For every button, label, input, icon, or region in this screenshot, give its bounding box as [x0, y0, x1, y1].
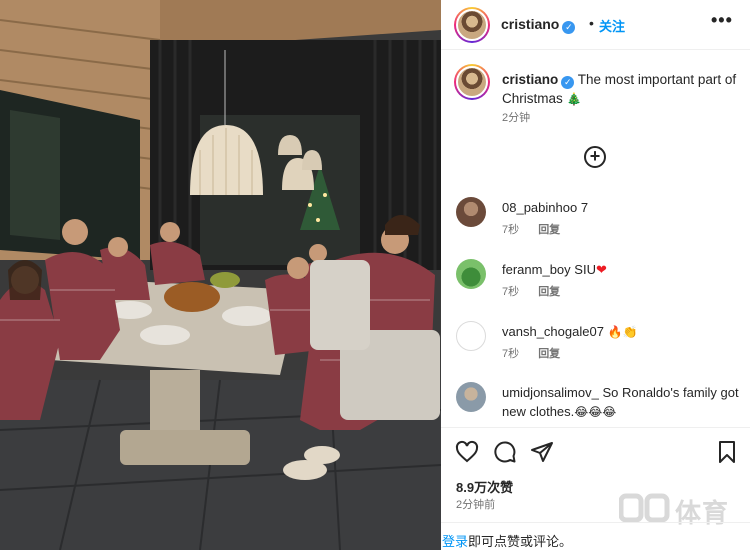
commenter-avatar[interactable]: [456, 382, 486, 412]
comment-meta: 7秒 回复: [502, 221, 560, 237]
verified-badge-icon: ✓: [561, 76, 575, 89]
commenter-avatar[interactable]: [456, 197, 486, 227]
comment-text: SIU: [574, 262, 596, 277]
post-header: cristiano ✓ • 关注 •••: [441, 0, 750, 50]
heart-icon[interactable]: [455, 440, 479, 464]
christmas-tree-emoji: 🎄: [566, 92, 582, 106]
login-prompt-bar: 登录即可点赞或评论。: [441, 522, 750, 550]
commenter-username[interactable]: vansh_chogale07: [502, 324, 604, 339]
bookmark-icon[interactable]: [715, 440, 739, 464]
fire-clap-emoji: 🔥👏: [607, 325, 638, 339]
login-link[interactable]: 登录: [442, 534, 468, 549]
watermark-pp-logo-icon: [618, 493, 670, 523]
post-side-panel: cristiano ✓ • 关注 ••• cristiano ✓ The most …: [441, 0, 750, 550]
comment-text-block: umidjonsalimov_ So Ronaldo's family got …: [502, 383, 742, 422]
comment-meta: 7秒 回复: [502, 283, 560, 299]
author-avatar[interactable]: [454, 7, 490, 43]
paper-plane-icon[interactable]: [530, 440, 554, 464]
watermark-logo: 体育: [618, 493, 731, 528]
comment-text: 7: [580, 200, 589, 215]
verified-badge-icon: ✓: [562, 21, 576, 34]
post-photo[interactable]: [0, 0, 441, 550]
reply-button[interactable]: 回复: [538, 348, 560, 360]
commenter-avatar[interactable]: [456, 259, 486, 289]
comment-bubble-icon[interactable]: [493, 440, 517, 464]
caption-time: 2分钟: [502, 112, 531, 124]
comment-time: 7秒: [502, 348, 520, 360]
plus-circle-icon[interactable]: +: [584, 146, 606, 168]
caption-username[interactable]: cristiano: [502, 72, 558, 87]
reply-button[interactable]: 回复: [538, 286, 560, 298]
red-heart-emoji: ❤: [595, 262, 607, 277]
comment-text-block: vansh_chogale07 🔥👏: [502, 322, 742, 342]
comment-time: 7秒: [502, 286, 520, 298]
commenter-avatar[interactable]: [456, 321, 486, 351]
separator-dot: •: [589, 15, 594, 31]
caption-author-avatar[interactable]: [454, 64, 490, 100]
commenter-username[interactable]: 08_pabinhoo: [502, 200, 577, 215]
more-options-icon[interactable]: •••: [711, 10, 733, 31]
post-actions-bar: [441, 427, 750, 475]
commenter-username[interactable]: umidjonsalimov_: [502, 385, 599, 400]
reply-button[interactable]: 回复: [538, 224, 560, 236]
post-photo-illustration: [0, 0, 441, 550]
login-prompt: 登录即可点赞或评论。: [442, 531, 572, 550]
comment-time: 7秒: [502, 224, 520, 236]
follow-button[interactable]: 关注: [599, 16, 625, 35]
like-count[interactable]: 8.9万次赞: [456, 477, 513, 496]
comment-text-block: 08_pabinhoo 7: [502, 198, 742, 217]
login-prompt-text: 即可点赞或评论。: [468, 534, 573, 549]
comment-meta: 7秒 回复: [502, 345, 560, 361]
commenter-username[interactable]: feranm_boy: [502, 262, 571, 277]
laughing-emoji: 😂😂😂: [574, 405, 617, 419]
post-time: 2分钟前: [456, 499, 496, 511]
author-username[interactable]: cristiano ✓: [501, 16, 576, 34]
caption-text-block: cristiano ✓ The most important part of Ch…: [502, 70, 742, 109]
comment-text-block: feranm_boy SIU❤: [502, 260, 742, 279]
